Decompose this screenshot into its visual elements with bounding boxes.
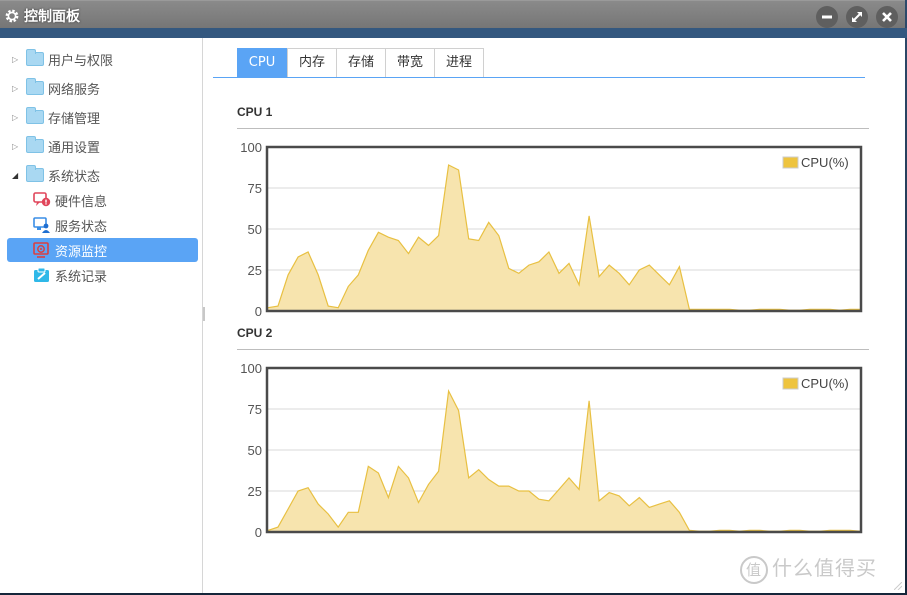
tab-storage[interactable]: 存储 [336,48,386,77]
y-tick-label: 25 [248,263,262,278]
title-bar[interactable]: 控制面板 [0,0,905,28]
y-tick-label: 100 [240,361,262,376]
sidebar-item-general-settings[interactable]: ▷ 通用设置 [3,135,203,157]
close-button[interactable] [876,6,898,28]
expand-arrow-icon[interactable]: ▷ [12,84,22,93]
folder-icon [26,136,44,153]
tab-bar: CPU 内存 存储 带宽 进程 [213,48,865,78]
minus-icon [822,15,832,19]
expand-arrow-icon[interactable]: ▷ [12,55,22,64]
sidebar-item-network-services[interactable]: ▷ 网络服务 [3,77,203,99]
legend-label: CPU(%) [801,155,849,170]
window-header-strip [0,28,907,38]
folder-icon [26,78,44,95]
watermark: 值什么值得买 [740,552,877,584]
sidebar-item-label: 硬件信息 [55,194,108,210]
folder-icon [26,165,44,182]
series-area [268,165,860,311]
window-title: 控制面板 [24,9,80,25]
collapse-arrow-icon[interactable]: ◢ [12,171,22,180]
sidebar-item-label: 用户与权限 [48,53,114,69]
hardware-info-icon [33,192,51,207]
y-tick-label: 0 [255,525,262,539]
section-divider [237,349,869,350]
legend-swatch [782,156,799,169]
cpu1-chart: 0 25 50 75 100 CPU(%) [240,140,863,318]
sidebar-item-label: 存储管理 [48,111,101,127]
series-area [268,391,860,532]
y-tick-label: 100 [240,140,262,155]
gear-icon [5,9,19,23]
sidebar-item-label: 资源监控 [55,244,108,260]
y-tick-label: 75 [248,181,262,196]
watermark-text: 什么值得买 [772,556,877,580]
section-title-cpu1: CPU 1 [237,105,273,119]
y-tick-label: 50 [248,443,262,458]
expand-arrow-icon[interactable]: ▷ [12,113,22,122]
folder-icon [26,107,44,124]
resize-grip-icon[interactable] [894,582,902,590]
sidebar-item-service-status[interactable]: 服务状态 [7,213,198,237]
minimize-button[interactable] [816,6,838,28]
sidebar-tree: ▷ 用户与权限 ▷ 网络服务 ▷ 存储管理 ▷ 通用设置 ◢ 系统状态 硬件信息… [3,38,203,593]
sidebar-item-storage-management[interactable]: ▷ 存储管理 [3,106,203,128]
service-status-icon [33,217,50,233]
section-divider [237,128,869,129]
y-tick-label: 25 [248,484,262,499]
expand-arrows-icon [852,12,862,22]
system-log-icon [34,267,49,282]
y-tick-label: 50 [248,222,262,237]
section-title-cpu2: CPU 2 [237,326,273,340]
tab-cpu[interactable]: CPU [237,48,287,77]
maximize-button[interactable] [846,6,868,28]
resource-monitor-icon [33,242,49,258]
sidebar-item-users-permissions[interactable]: ▷ 用户与权限 [3,48,203,70]
sidebar-item-label: 服务状态 [55,219,108,235]
sidebar-item-label: 系统记录 [55,269,108,285]
sidebar-item-resource-monitor[interactable]: 资源监控 [7,238,198,262]
sidebar-item-label: 系统状态 [48,169,101,185]
sidebar-item-label: 网络服务 [48,82,101,98]
sidebar-item-hardware-info[interactable]: 硬件信息 [7,188,198,212]
folder-icon [26,49,44,66]
tab-memory[interactable]: 内存 [287,48,337,77]
tab-processes[interactable]: 进程 [434,48,484,77]
expand-arrow-icon[interactable]: ▷ [12,142,22,151]
watermark-logo: 值 [740,555,768,584]
y-tick-label: 0 [255,304,262,318]
legend-swatch [782,377,799,390]
legend-label: CPU(%) [801,376,849,391]
cpu2-chart: 0 25 50 75 100 CPU(%) [240,361,863,539]
splitter-handle[interactable] [203,307,205,321]
tab-bandwidth[interactable]: 带宽 [385,48,435,77]
sidebar-item-label: 通用设置 [48,140,101,156]
sidebar-item-system-status[interactable]: ◢ 系统状态 [3,164,203,186]
close-x-icon [882,12,892,22]
y-tick-label: 75 [248,402,262,417]
sidebar-item-system-log[interactable]: 系统记录 [7,263,198,287]
control-panel-window: 控制面板 ▷ 用户与权限 ▷ 网络服务 ▷ 存储管理 ▷ 通用设置 ◢ 系统状态… [0,0,907,593]
